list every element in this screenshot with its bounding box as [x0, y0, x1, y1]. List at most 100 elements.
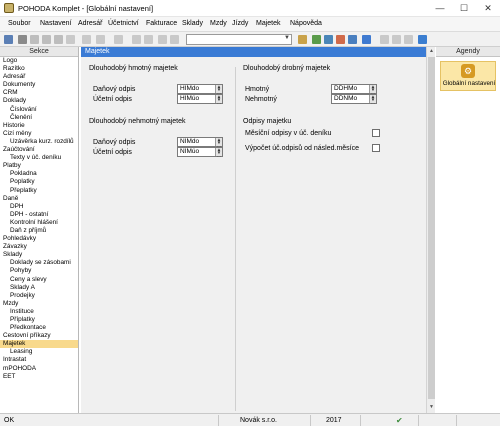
sidebar-item[interactable]: Zaúčtování	[0, 146, 78, 154]
dropdown-button[interactable]: ▲ ▼…	[215, 147, 222, 158]
delete-record-icon[interactable]	[54, 35, 63, 44]
cancel-icon[interactable]	[144, 35, 153, 44]
check-icon[interactable]	[312, 35, 321, 44]
sidebar-item[interactable]: Razítko	[0, 65, 78, 73]
menu-jizdy[interactable]: Jízdy	[232, 20, 248, 27]
new-record-icon[interactable]	[30, 35, 39, 44]
nehmotny-ucetni-label: Účetní odpis	[93, 149, 132, 156]
paste-icon[interactable]	[170, 35, 179, 44]
agenda-globalni-nastaveni[interactable]: ⚙ Globální nastavení	[440, 61, 496, 91]
sidebar-item[interactable]: Pokladna	[0, 170, 78, 178]
sidebar-item[interactable]: Historie	[0, 122, 78, 130]
sidebar-item[interactable]: Texty v úč. deníku	[0, 154, 78, 162]
scroll-down-icon[interactable]: ▼	[427, 403, 436, 412]
record-icon[interactable]	[18, 35, 27, 44]
sidebar-item[interactable]: DPH	[0, 203, 78, 211]
save-icon[interactable]	[132, 35, 141, 44]
sidebar-item[interactable]: Kontrolní hlášení	[0, 219, 78, 227]
agenda-list-icon[interactable]	[4, 35, 13, 44]
sidebar-item[interactable]: CRM	[0, 89, 78, 97]
sidebar-item[interactable]: Sklady	[0, 251, 78, 259]
sidebar-item[interactable]: Předkontace	[0, 324, 78, 332]
sidebar-item[interactable]: Adresář	[0, 73, 78, 81]
menu-napoveda[interactable]: Nápověda	[290, 20, 322, 27]
sidebar-item[interactable]: Číslování	[0, 106, 78, 114]
menu-sklady[interactable]: Sklady	[182, 20, 203, 27]
nehmotny-danovy-input[interactable]: NIMdo ▲ ▼…	[177, 137, 223, 148]
sidebar-item[interactable]: Platby	[0, 162, 78, 170]
scroll-up-icon[interactable]: ▲	[427, 47, 436, 56]
sidebar-item[interactable]: Prodejky	[0, 292, 78, 300]
sidebar-item[interactable]: Logo	[0, 57, 78, 65]
menu-mzdy[interactable]: Mzdy	[210, 20, 227, 27]
sidebar-item[interactable]: Příplatky	[0, 316, 78, 324]
sidebar-item[interactable]: Pohledávky	[0, 235, 78, 243]
arrow-right-icon[interactable]	[114, 35, 123, 44]
view-icon[interactable]	[404, 35, 413, 44]
filter-icon[interactable]	[324, 35, 333, 44]
hmotny-danovy-input[interactable]: HIMdo ▲ ▼…	[177, 84, 223, 95]
menu-majetek[interactable]: Majetek	[256, 20, 281, 27]
sidebar-item[interactable]: Poplatky	[0, 178, 78, 186]
maximize-button[interactable]: ☐	[452, 0, 476, 17]
sidebar-item[interactable]: Daně	[0, 195, 78, 203]
sidebar-item[interactable]: Doklady se zásobami	[0, 259, 78, 267]
edit-record-icon[interactable]	[42, 35, 51, 44]
drobny-hmotny-input[interactable]: DDHMo ▲ ▼…	[331, 84, 377, 95]
menu-fakturace[interactable]: Fakturace	[146, 20, 177, 27]
dropdown-button[interactable]: ▲ ▼…	[215, 84, 222, 95]
dropdown-button[interactable]: ▲ ▼…	[369, 94, 376, 105]
document-icon[interactable]	[348, 35, 357, 44]
sidebar-item[interactable]: EET	[0, 373, 78, 381]
sidebar-item[interactable]: Pohyby	[0, 267, 78, 275]
minimize-button[interactable]: —	[428, 0, 452, 17]
nehmotny-ucetni-input[interactable]: NIMúo ▲ ▼…	[177, 147, 223, 158]
sidebar-item[interactable]: Daň z příjmů	[0, 227, 78, 235]
vertical-scrollbar[interactable]: ▲ ▼	[426, 47, 435, 413]
drobny-nehmotny-input[interactable]: DDNMo ▲ ▼…	[331, 94, 377, 105]
dropdown-button[interactable]: ▲ ▼…	[215, 94, 222, 105]
sidebar-item[interactable]: DPH - ostatní	[0, 211, 78, 219]
sidebar-item[interactable]: Doklady	[0, 97, 78, 105]
folder-icon[interactable]	[298, 35, 307, 44]
menu-ucetnictvi[interactable]: Účetnictví	[108, 20, 139, 27]
sidebar-item[interactable]: Přeplatky	[0, 187, 78, 195]
drobny-nehmotny-value: DDNMo	[334, 95, 358, 102]
menu-nastaveni[interactable]: Nastavení	[40, 20, 72, 27]
print-icon[interactable]	[66, 35, 75, 44]
menu-soubor[interactable]: Soubor	[8, 20, 31, 27]
grid-icon[interactable]	[392, 35, 401, 44]
scroll-thumb[interactable]	[428, 57, 435, 399]
sidebar-item[interactable]: Leasing	[0, 348, 78, 356]
sidebar-item[interactable]: Uzávěrka kurz. rozdílů	[0, 138, 78, 146]
send-icon[interactable]	[82, 35, 91, 44]
sidebar-item[interactable]: Členění	[0, 114, 78, 122]
sidebar-item[interactable]: Intrastat	[0, 356, 78, 364]
hmotny-ucetni-input[interactable]: HIMúo ▲ ▼…	[177, 94, 223, 105]
list-icon[interactable]	[380, 35, 389, 44]
toolbar: ▼	[0, 32, 500, 47]
sidebar-item[interactable]: Cizí měny	[0, 130, 78, 138]
close-button[interactable]: ✕	[476, 0, 500, 17]
sidebar-item[interactable]: Ceny a slevy	[0, 276, 78, 284]
toolbar-combo[interactable]: ▼	[186, 34, 292, 45]
help-icon[interactable]	[418, 35, 427, 44]
bank-icon[interactable]	[362, 35, 371, 44]
vypocet-odpisu-checkbox[interactable]	[372, 144, 380, 152]
sidebar-item[interactable]: Instituce	[0, 308, 78, 316]
mesicni-odpisy-checkbox[interactable]	[372, 129, 380, 137]
sidebar-item[interactable]: Majetek	[0, 340, 78, 349]
sidebar-item[interactable]: Sklady A	[0, 284, 78, 292]
sidebar-item[interactable]: Mzdy	[0, 300, 78, 308]
sidebar-item[interactable]: mPOHODA	[0, 365, 78, 373]
table-icon[interactable]	[336, 35, 345, 44]
menu-adresar[interactable]: Adresář	[78, 20, 103, 27]
sidebar-item[interactable]: Dokumenty	[0, 81, 78, 89]
arrow-left-icon[interactable]	[96, 35, 105, 44]
dropdown-button[interactable]: ▲ ▼…	[369, 84, 376, 95]
dropdown-button[interactable]: ▲ ▼…	[215, 137, 222, 148]
sidebar-item[interactable]: Cestovní příkazy	[0, 332, 78, 340]
sidebar-item[interactable]: Závazky	[0, 243, 78, 251]
copy-icon[interactable]	[158, 35, 167, 44]
status-separator	[310, 415, 311, 426]
